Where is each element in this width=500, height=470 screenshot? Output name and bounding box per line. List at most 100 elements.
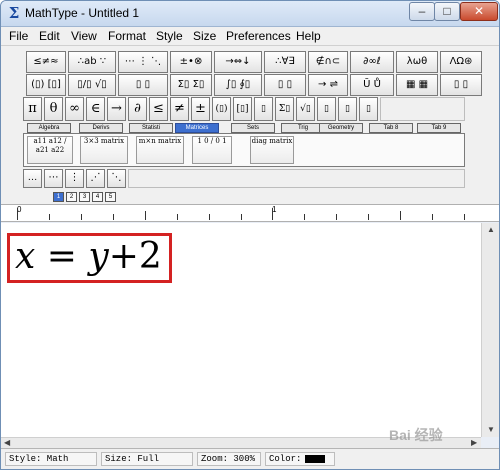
diagonal-matrix-template[interactable]: diag matrix — [250, 136, 294, 164]
ruler-tick — [113, 214, 114, 220]
menu-format[interactable]: Format — [108, 29, 146, 43]
matrix-3x3-template[interactable]: 3×3 matrix — [80, 136, 128, 164]
minimize-button[interactable]: – — [409, 2, 435, 21]
matrix-mxn-template[interactable]: m×n matrix — [136, 136, 184, 164]
equation-var-x: x — [15, 236, 36, 277]
equation-two: 2 — [138, 236, 162, 277]
menu-file[interactable]: File — [9, 29, 28, 43]
menu-preferences[interactable]: Preferences — [226, 29, 291, 43]
arrows-palette-button[interactable]: →⇔↓ — [214, 51, 262, 73]
close-button[interactable]: ✕ — [460, 2, 498, 21]
not-equal-button[interactable]: ≠ — [170, 97, 189, 121]
square-root-button[interactable]: √▯ — [296, 97, 315, 121]
ruler-tick — [464, 214, 465, 220]
ellipsis-diagonal-down-button[interactable]: ⋱ — [107, 169, 126, 188]
theta-button[interactable]: θ — [44, 97, 63, 121]
integrals-palette-button[interactable]: ∫▯ ∮▯ — [214, 74, 262, 96]
equation-var-y: y — [88, 236, 109, 277]
tab-derivs[interactable]: Derivs — [79, 123, 123, 133]
status-style: Style: Math — [5, 452, 97, 466]
pi-button[interactable]: π — [23, 97, 42, 121]
scroll-up-icon[interactable]: ▲ — [487, 225, 495, 234]
menu-view[interactable]: View — [71, 29, 97, 43]
tab-geometry[interactable]: Geometry — [319, 123, 363, 133]
summation-button[interactable]: Σ▯ — [275, 97, 294, 121]
greek-upper-palette-button[interactable]: ΛΩ⊛ — [440, 51, 482, 73]
greek-lower-palette-button[interactable]: λωθ — [396, 51, 438, 73]
menu-size[interactable]: Size — [193, 29, 216, 43]
tab-8[interactable]: Tab 8 — [369, 123, 413, 133]
size-5-button[interactable]: 5 — [105, 192, 116, 202]
misc-palette-button[interactable]: ∂∞ℓ — [350, 51, 394, 73]
plus-minus-button[interactable]: ± — [191, 97, 210, 121]
tab-statistics[interactable]: Statisti — [129, 123, 173, 133]
size-2-button[interactable]: 2 — [66, 192, 77, 202]
ruler-tick — [368, 214, 369, 220]
element-of-button[interactable]: ∈ — [86, 97, 105, 121]
ruler-tick — [17, 208, 18, 220]
menu-style[interactable]: Style — [156, 29, 183, 43]
boxes-palette-button[interactable]: ▯ ▯ — [440, 74, 482, 96]
bars-palette-button[interactable]: ▯ ▯ — [264, 74, 306, 96]
tab-sets[interactable]: Sets — [231, 123, 275, 133]
scroll-down-icon[interactable]: ▼ — [487, 425, 495, 434]
fences-palette-button[interactable]: (▯) [▯] — [26, 74, 66, 96]
maximize-button[interactable]: □ — [434, 2, 460, 21]
right-arrow-button[interactable]: → — [107, 97, 126, 121]
vertical-scrollbar[interactable]: ▲ ▼ — [481, 223, 499, 437]
scroll-right-icon[interactable]: ▶ — [471, 438, 477, 447]
ruler-tick — [432, 214, 433, 220]
products-palette-button[interactable]: Ū Ů — [350, 74, 394, 96]
scroll-left-icon[interactable]: ◀ — [4, 438, 10, 447]
ellipsis-baseline-button[interactable]: … — [23, 169, 42, 188]
size-4-button[interactable]: 4 — [92, 192, 103, 202]
subscripts-palette-button[interactable]: ▯ ▯ — [118, 74, 168, 96]
window-title: MathType - Untitled 1 — [25, 6, 140, 20]
parentheses-button[interactable]: (▯) — [212, 97, 231, 121]
tab-algebra[interactable]: Algebra — [27, 123, 71, 133]
matrices-palette-button[interactable]: ▦ ▦ — [396, 74, 438, 96]
fractions-radicals-palette-button[interactable]: ▯/▯ √▯ — [68, 74, 116, 96]
logic-palette-button[interactable]: ∴∀∃ — [264, 51, 306, 73]
small-bar-empty-slot — [380, 97, 465, 121]
brackets-button[interactable]: [▯] — [233, 97, 252, 121]
less-equal-button[interactable]: ≤ — [149, 97, 168, 121]
equation-editor-area[interactable]: x = y+2 — [1, 223, 481, 437]
sub-superscript-button[interactable]: ▯ — [359, 97, 378, 121]
ruler-tick — [272, 208, 273, 220]
spaces-palette-button[interactable]: ∴ab ∵ — [68, 51, 116, 73]
ellipsis-vertical-button[interactable]: ⋮ — [65, 169, 84, 188]
tab-matrices[interactable]: Matrices — [175, 123, 219, 133]
sets-palette-button[interactable]: ∉∩⊂ — [308, 51, 348, 73]
menubar: File Edit View Format Style Size Prefere… — [1, 27, 499, 46]
subscript-button[interactable]: ▯ — [338, 97, 357, 121]
matrix-2x2-template[interactable]: a11 a12 / a21 a22 — [27, 136, 73, 164]
superscript-button[interactable]: ▯ — [317, 97, 336, 121]
relations-palette-button[interactable]: ≤≠≈ — [26, 51, 66, 73]
ellipsis-midline-button[interactable]: ⋯ — [44, 169, 63, 188]
ruler-tick — [304, 214, 305, 220]
toolbar-palettes: ≤≠≈ ∴ab ∵ ⋯ ⋮ ⋱ ±•⊗ →⇔↓ ∴∀∃ ∉∩⊂ ∂∞ℓ λωθ … — [1, 46, 499, 204]
summations-palette-button[interactable]: Σ▯ Σ▯ — [170, 74, 212, 96]
identity-matrix-template[interactable]: 1 0 / 0 1 — [192, 136, 232, 164]
tab-strip: Algebra Derivs Statisti Matrices Sets Tr… — [23, 123, 493, 133]
ellipsis-row-empty-area — [128, 169, 465, 188]
size-1-button[interactable]: 1 — [53, 192, 64, 202]
labeled-arrows-palette-button[interactable]: → ⇌ — [308, 74, 348, 96]
ruler-tick — [49, 214, 50, 220]
ruler[interactable]: 0 1 — [1, 204, 499, 222]
infinity-button[interactable]: ∞ — [65, 97, 84, 121]
menu-edit[interactable]: Edit — [39, 29, 60, 43]
menu-help[interactable]: Help — [296, 29, 321, 43]
equation-box[interactable]: x = y+2 — [7, 233, 172, 283]
operators-palette-button[interactable]: ±•⊗ — [170, 51, 212, 73]
ruler-tick — [81, 214, 82, 220]
ruler-tick — [400, 211, 401, 220]
status-bar: Style: Math Size: Full Zoom: 300% Color: — [1, 448, 499, 469]
fraction-button[interactable]: ▯ — [254, 97, 273, 121]
size-3-button[interactable]: 3 — [79, 192, 90, 202]
ellipsis-diagonal-up-button[interactable]: ⋰ — [86, 169, 105, 188]
partial-button[interactable]: ∂ — [128, 97, 147, 121]
tab-9[interactable]: Tab 9 — [417, 123, 461, 133]
embellishments-palette-button[interactable]: ⋯ ⋮ ⋱ — [118, 51, 168, 73]
